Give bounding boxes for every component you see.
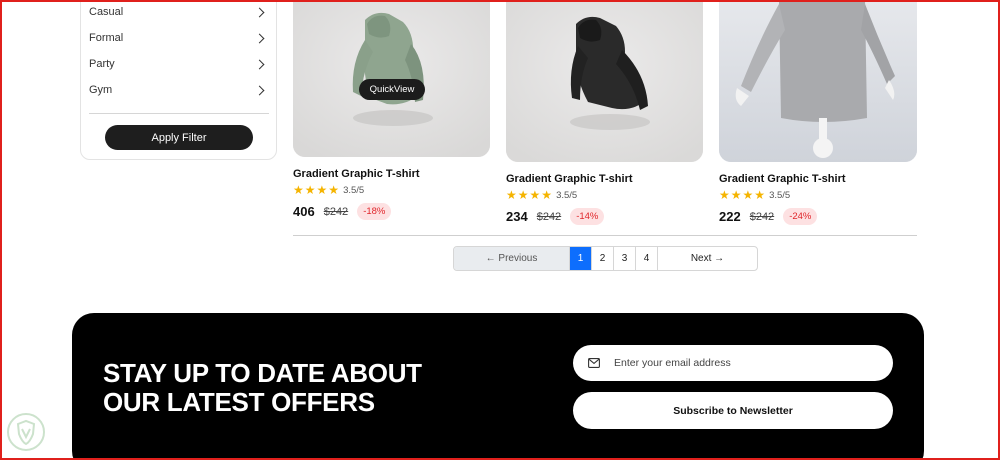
page-button-3[interactable]: 3 — [614, 247, 636, 270]
email-input[interactable] — [614, 357, 874, 369]
chevron-right-icon — [254, 33, 265, 43]
email-field-wrapper[interactable] — [573, 345, 893, 381]
product-list-divider — [293, 235, 917, 236]
rating-text: 3.5/5 — [556, 189, 578, 201]
filter-item-label: Casual — [89, 6, 124, 18]
product-image[interactable] — [506, 0, 703, 162]
filter-panel: Casual Formal Party Gym Apply Filter — [80, 0, 277, 160]
page-button-1[interactable]: 1 — [570, 247, 592, 270]
page-button-4[interactable]: 4 — [636, 247, 658, 270]
rating-text: 3.5/5 — [343, 184, 365, 196]
newsletter-banner: STAY UP TO DATE ABOUT OUR LATEST OFFERS … — [72, 313, 924, 460]
star-icon: ★ — [316, 183, 328, 197]
old-price: $242 — [536, 210, 562, 223]
previous-page-button[interactable]: ← Previous — [454, 247, 570, 270]
newsletter-title-line: STAY UP TO DATE ABOUT — [103, 358, 422, 388]
star-half-icon: ★ — [541, 188, 553, 202]
price-row: 406 $242 -18% — [293, 203, 392, 220]
price-row: 234 $242 -14% — [506, 208, 605, 225]
old-price: $242 — [749, 210, 775, 223]
price: 406 — [293, 204, 315, 219]
newsletter-title: STAY UP TO DATE ABOUT OUR LATEST OFFERS — [103, 359, 463, 417]
price-row: 222 $242 -24% — [719, 208, 818, 225]
product-name[interactable]: Gradient Graphic T-shirt — [293, 168, 420, 180]
rating-text: 3.5/5 — [769, 189, 791, 201]
price: 234 — [506, 209, 528, 224]
product-name[interactable]: Gradient Graphic T-shirt — [719, 173, 846, 185]
chevron-right-icon — [254, 85, 265, 95]
star-icon: ★ — [742, 188, 754, 202]
chevron-right-icon — [254, 7, 265, 17]
filter-item-party[interactable]: Party — [89, 54, 269, 74]
product-rating: ★ ★ ★ ★ 3.5/5 — [506, 189, 577, 201]
filter-item-label: Gym — [89, 84, 113, 96]
old-price: $242 — [323, 205, 349, 218]
chevron-right-icon — [254, 59, 265, 69]
filter-item-gym[interactable]: Gym — [89, 80, 269, 100]
price: 222 — [719, 209, 741, 224]
star-icon: ★ — [529, 188, 541, 202]
star-icon: ★ — [506, 188, 517, 202]
star-icon: ★ — [304, 183, 316, 197]
mail-icon — [588, 358, 600, 368]
discount-badge: -18% — [357, 203, 392, 220]
product-name[interactable]: Gradient Graphic T-shirt — [506, 173, 633, 185]
black-hoodie-image — [506, 0, 703, 162]
subscribe-button[interactable]: Subscribe to Newsletter — [573, 392, 893, 429]
newsletter-title-line: OUR LATEST OFFERS — [103, 387, 375, 417]
star-icon: ★ — [517, 188, 529, 202]
apply-filter-button[interactable]: Apply Filter — [105, 125, 253, 150]
product-rating: ★ ★ ★ ★ 3.5/5 — [719, 189, 790, 201]
discount-badge: -14% — [570, 208, 605, 225]
page-button-2[interactable]: 2 — [592, 247, 614, 270]
product-rating: ★ ★ ★ ★ 3.5/5 — [293, 184, 364, 196]
product-image[interactable]: QuickView — [293, 0, 490, 157]
quickview-button[interactable]: QuickView — [359, 79, 425, 100]
star-icon: ★ — [293, 183, 304, 197]
filter-item-casual[interactable]: Casual — [89, 2, 269, 22]
star-half-icon: ★ — [754, 188, 766, 202]
discount-badge: -24% — [783, 208, 818, 225]
grey-sweater-mannequin-image — [719, 0, 917, 162]
watermark-logo — [7, 413, 45, 451]
pagination: ← Previous 1 2 3 4 Next → — [453, 246, 758, 271]
filter-item-label: Party — [89, 58, 115, 70]
star-half-icon: ★ — [328, 183, 340, 197]
filter-item-formal[interactable]: Formal — [89, 28, 269, 48]
next-page-button[interactable]: Next → — [658, 247, 757, 270]
star-icon: ★ — [730, 188, 742, 202]
product-image[interactable] — [719, 0, 917, 162]
filter-divider — [89, 113, 269, 114]
star-icon: ★ — [719, 188, 730, 202]
filter-item-label: Formal — [89, 32, 124, 44]
